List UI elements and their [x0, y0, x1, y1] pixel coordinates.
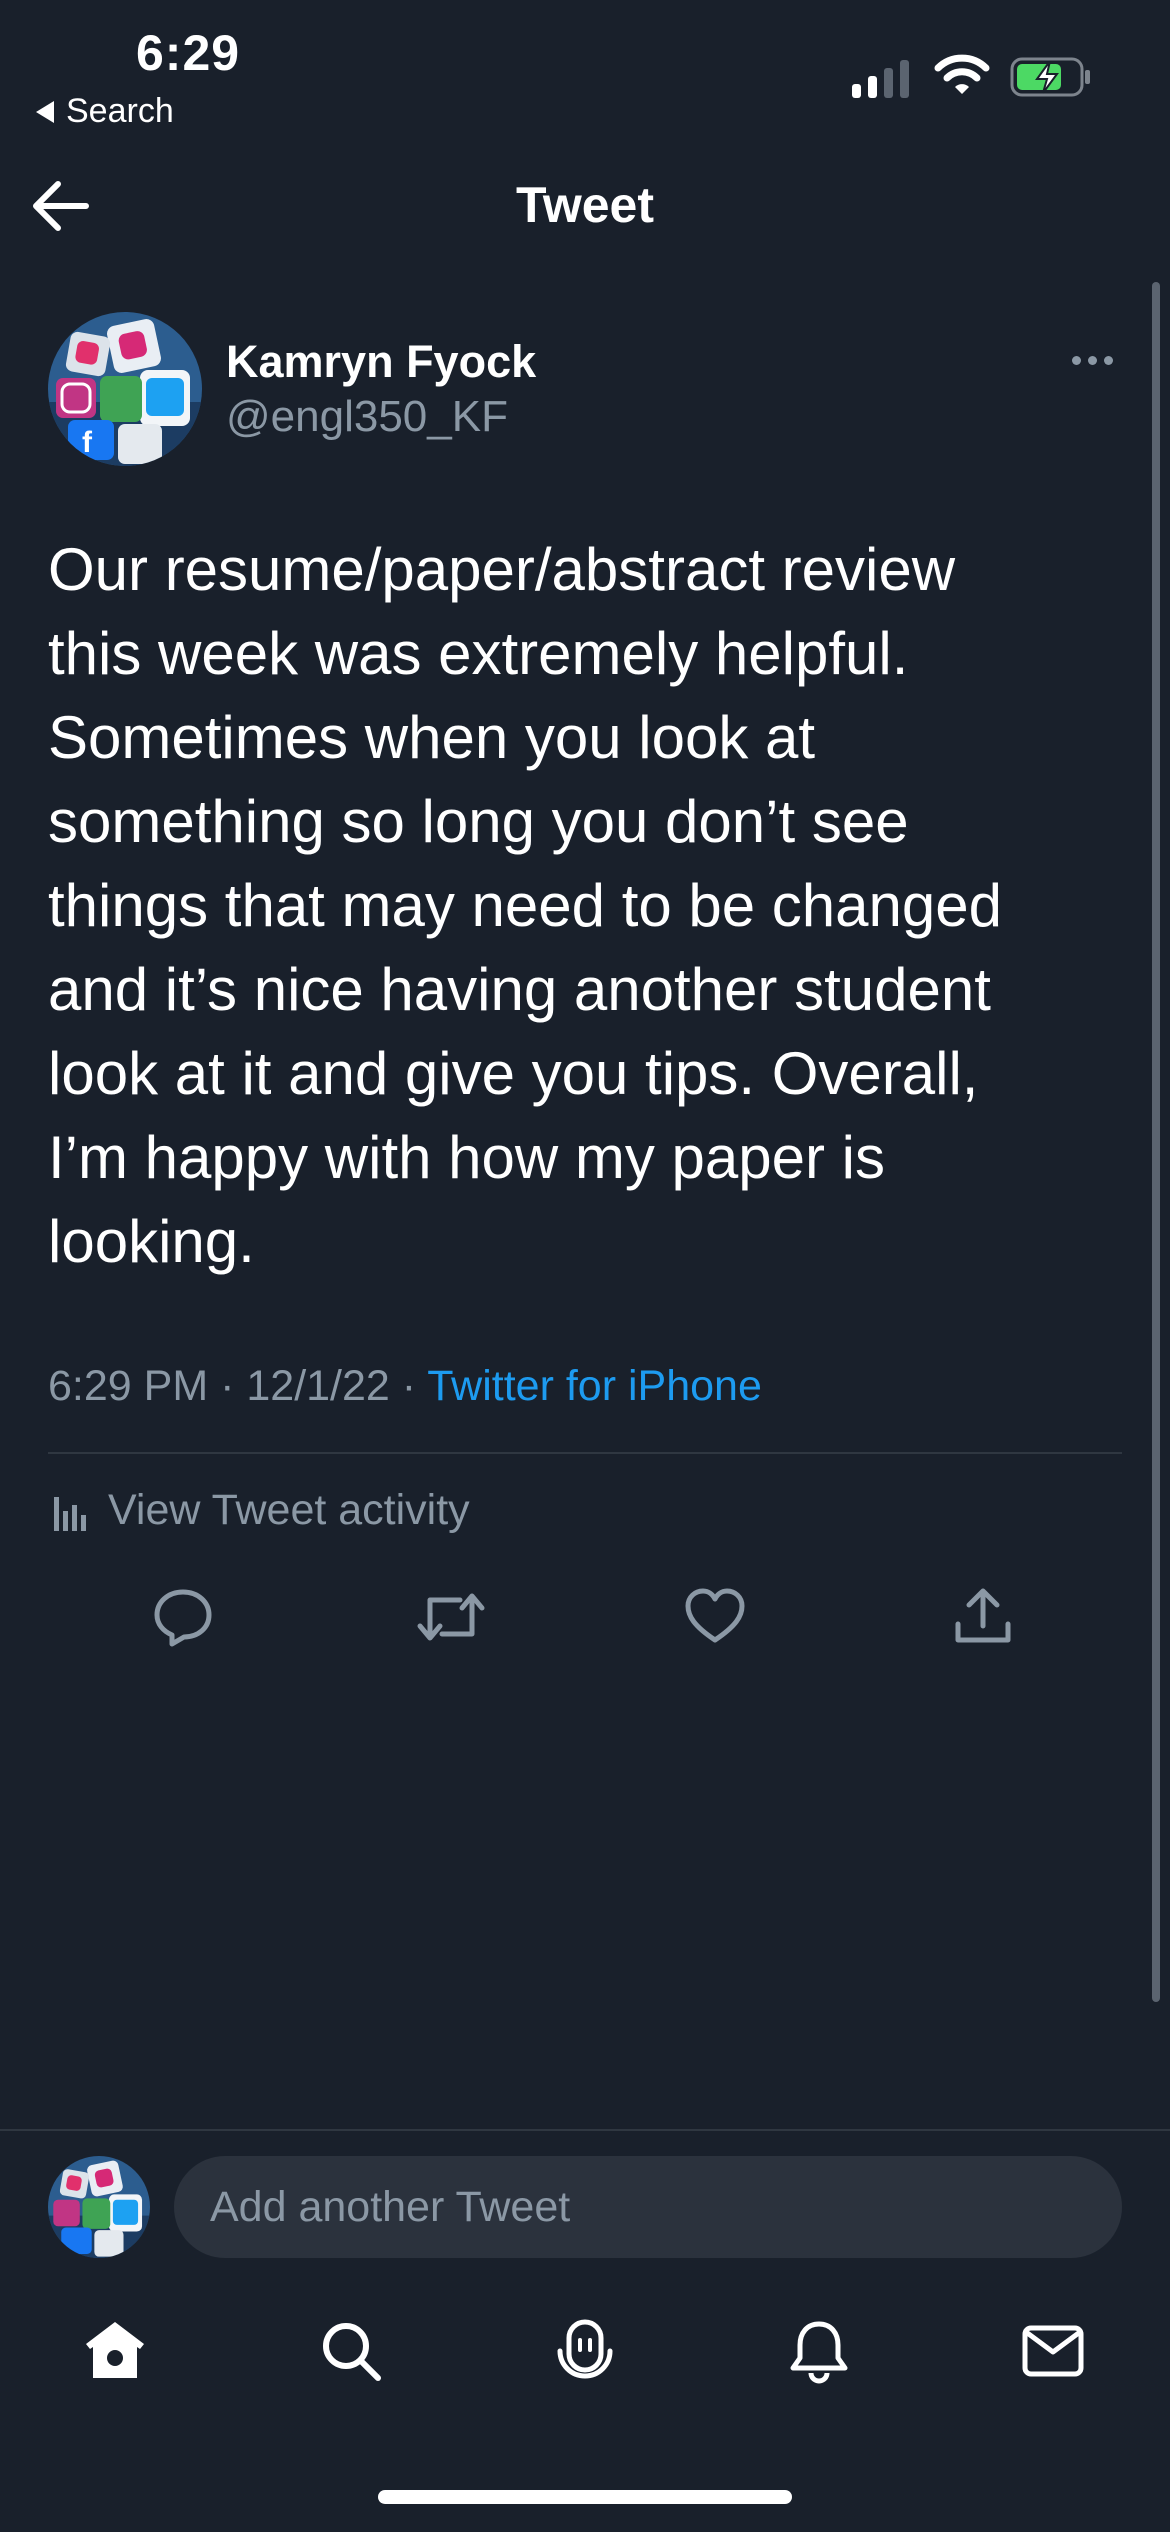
cellular-signal-icon	[852, 58, 909, 98]
page-title: Tweet	[516, 177, 654, 233]
view-tweet-activity-label: View Tweet activity	[108, 1486, 470, 1534]
tweet-client-link[interactable]: Twitter for iPhone	[427, 1362, 762, 1410]
avatar-image: f	[48, 312, 202, 466]
tweet-meta: 6:29 PM · 12/1/22 · Twitter for iPhone	[48, 1362, 762, 1411]
more-options-icon[interactable]	[1072, 356, 1113, 365]
wifi-icon	[934, 54, 990, 94]
spaces-icon[interactable]	[552, 2318, 618, 2384]
retweet-icon[interactable]	[416, 1586, 486, 1648]
divider	[48, 1452, 1122, 1454]
home-icon[interactable]	[82, 2318, 148, 2384]
meta-separator: ·	[389, 1362, 428, 1410]
notifications-icon[interactable]	[786, 2318, 852, 2384]
tweet-date: 12/1/22	[246, 1362, 390, 1410]
like-icon[interactable]	[684, 1586, 746, 1648]
avatar-image	[48, 2156, 150, 2258]
search-icon[interactable]	[318, 2318, 384, 2384]
current-user-avatar[interactable]	[48, 2156, 150, 2258]
author-name[interactable]: Kamryn Fyock	[226, 336, 536, 388]
author-handle[interactable]: @engl350_KF	[226, 392, 508, 442]
activity-chart-icon	[54, 1496, 86, 1531]
back-to-search-label: Search	[66, 92, 174, 130]
tweet-time: 6:29 PM	[48, 1362, 209, 1410]
reply-bar-divider	[0, 2129, 1170, 2131]
meta-separator: ·	[208, 1362, 247, 1410]
scrollbar[interactable]	[1152, 282, 1160, 2002]
back-to-search-link[interactable]: Search	[36, 92, 174, 131]
battery-charging-icon	[1010, 57, 1090, 97]
svg-text:f: f	[82, 426, 93, 459]
reply-icon[interactable]	[152, 1586, 214, 1648]
status-time: 6:29	[136, 25, 241, 81]
home-indicator[interactable]	[378, 2490, 792, 2504]
author-avatar[interactable]: f	[48, 312, 202, 466]
share-icon[interactable]	[952, 1586, 1014, 1648]
tweet-text: Our resume/paper/abstract review this we…	[48, 536, 1003, 1275]
add-another-tweet-input[interactable]	[174, 2156, 1122, 2258]
back-triangle-icon	[36, 100, 54, 123]
view-tweet-activity-button[interactable]: View Tweet activity	[52, 1486, 470, 1535]
messages-icon[interactable]	[1020, 2318, 1086, 2384]
